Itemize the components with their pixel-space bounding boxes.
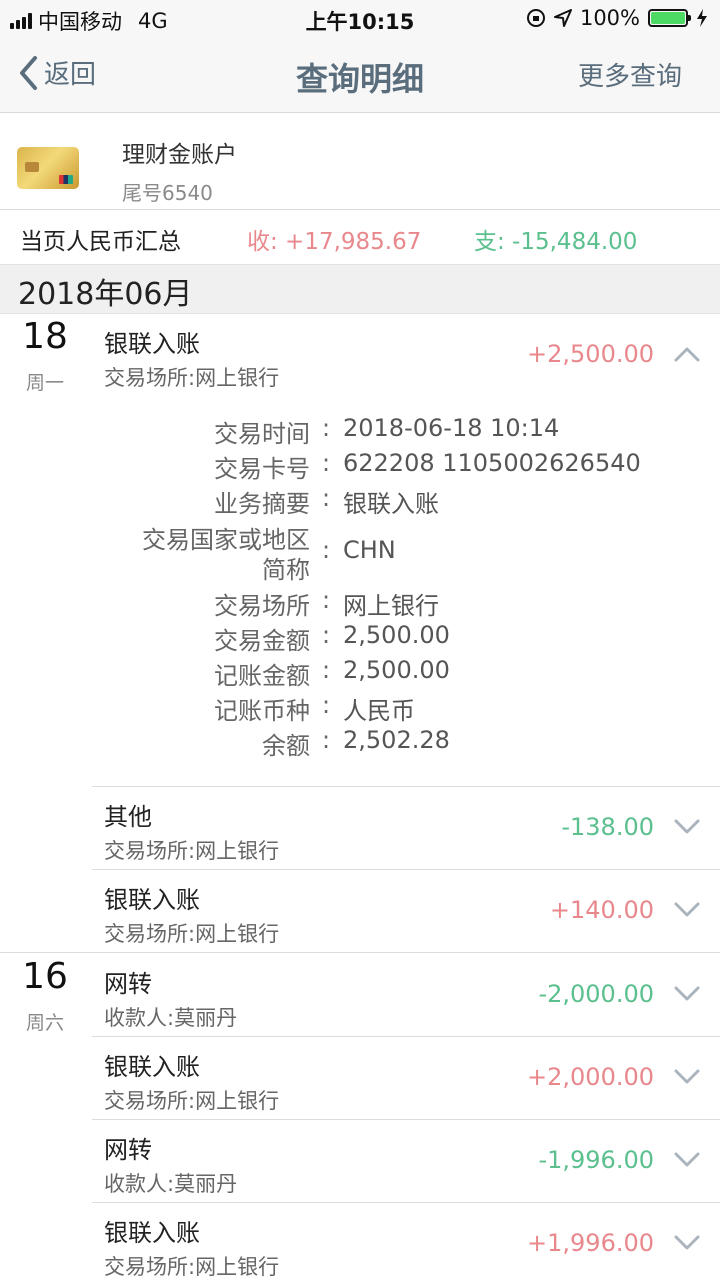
battery-percent: 100%	[579, 6, 640, 30]
detail-value: 网上银行	[343, 592, 439, 620]
transaction-amount: +2,500.00	[527, 340, 654, 368]
transaction-subtitle: 交易场所:网上银行	[104, 1255, 280, 1279]
transaction-row[interactable]: 银联入账 交易场所:网上银行 +140.00	[92, 880, 720, 952]
detail-label-line2: 简称	[262, 556, 310, 584]
transaction-title: 银联入账	[104, 1053, 200, 1081]
detail-label: 余额	[262, 732, 310, 760]
row-divider	[92, 1036, 720, 1037]
detail-colon: :	[322, 484, 331, 512]
account-header[interactable]: 理财金账户 尾号6540	[0, 113, 720, 210]
chevron-down-icon[interactable]	[674, 1069, 700, 1085]
day-weekday: 周六	[25, 1012, 64, 1034]
location-icon	[553, 9, 572, 27]
transaction-amount: +140.00	[549, 896, 654, 924]
detail-label: 业务摘要	[214, 490, 310, 518]
row-divider	[92, 786, 720, 787]
detail-colon: :	[322, 691, 331, 719]
row-divider	[92, 1202, 720, 1203]
transaction-row[interactable]: 其他 交易场所:网上银行 -138.00	[92, 797, 720, 869]
transaction-title: 网转	[104, 1136, 152, 1164]
nav-bar: 返回 查询明细 更多查询	[0, 36, 720, 113]
status-bar: 中国移动 4G 上午10:15 100%	[0, 0, 720, 36]
transaction-row[interactable]: 网转 收款人:莫丽丹 -1,996.00	[92, 1130, 720, 1202]
transaction-title: 银联入账	[104, 1219, 200, 1247]
more-query-button[interactable]: 更多查询	[578, 56, 682, 93]
detail-value: 2,500.00	[343, 621, 450, 649]
chevron-down-icon[interactable]	[674, 1235, 700, 1251]
transaction-subtitle: 交易场所:网上银行	[104, 1089, 280, 1113]
summary-expense: 支: -15,484.00	[474, 229, 638, 255]
transaction-row[interactable]: 银联入账 交易场所:网上银行 +2,500.00	[92, 324, 720, 396]
day-weekday: 周一	[25, 372, 64, 394]
chevron-down-icon[interactable]	[674, 902, 700, 918]
summary-income: 收: +17,985.67	[247, 229, 422, 255]
detail-value: 人民币	[343, 697, 415, 725]
row-divider	[92, 869, 720, 870]
transaction-subtitle: 收款人:莫丽丹	[104, 1006, 238, 1030]
transaction-row[interactable]: 网转 收款人:莫丽丹 -2,000.00	[92, 964, 720, 1036]
transaction-title: 银联入账	[104, 330, 200, 358]
detail-value: 622208 1105002626540	[343, 449, 641, 477]
chevron-down-icon[interactable]	[674, 819, 700, 835]
detail-colon: :	[322, 726, 331, 754]
transaction-subtitle: 交易场所:网上银行	[104, 839, 280, 863]
chevron-down-icon[interactable]	[674, 1152, 700, 1168]
transaction-subtitle: 交易场所:网上银行	[104, 922, 280, 946]
charging-icon	[697, 9, 707, 27]
detail-value: CHN	[343, 536, 396, 564]
month-header: 2018年06月	[0, 264, 720, 314]
transaction-subtitle: 收款人:莫丽丹	[104, 1172, 238, 1196]
transaction-row[interactable]: 银联入账 交易场所:网上银行 +1,996.00	[92, 1213, 720, 1280]
detail-colon: :	[322, 586, 331, 614]
detail-label: 记账金额	[214, 662, 310, 690]
detail-colon: :	[322, 621, 331, 649]
day-number: 16	[22, 956, 68, 997]
account-tail-number: 尾号6540	[122, 181, 213, 205]
detail-value: 2,500.00	[343, 656, 450, 684]
transaction-amount: +1,996.00	[527, 1229, 654, 1257]
detail-label: 交易时间	[214, 420, 310, 448]
transaction-title: 网转	[104, 970, 152, 998]
transaction-title: 其他	[104, 803, 152, 831]
detail-label: 记账币种	[214, 697, 310, 725]
day-number: 18	[22, 316, 68, 357]
chevron-up-icon[interactable]	[674, 346, 700, 362]
detail-value: 2,502.28	[343, 726, 450, 754]
bank-card-icon	[17, 147, 79, 189]
detail-colon: :	[322, 449, 331, 477]
transaction-amount: -138.00	[561, 813, 654, 841]
summary-label: 当页人民币汇总	[20, 229, 181, 255]
detail-label: 交易金额	[214, 627, 310, 655]
transaction-subtitle: 交易场所:网上银行	[104, 366, 280, 390]
chevron-down-icon[interactable]	[674, 986, 700, 1002]
detail-colon: :	[322, 414, 331, 442]
detail-value: 2018-06-18 10:14	[343, 414, 560, 442]
battery-fill	[651, 12, 685, 24]
transaction-amount: -1,996.00	[538, 1146, 654, 1174]
detail-colon: :	[322, 656, 331, 684]
transaction-amount: +2,000.00	[527, 1063, 654, 1091]
status-right: 100%	[526, 6, 708, 30]
month-label: 2018年06月	[18, 277, 193, 312]
account-name: 理财金账户	[122, 142, 237, 168]
transaction-title: 银联入账	[104, 886, 200, 914]
detail-label: 交易场所	[214, 592, 310, 620]
summary-row: 当页人民币汇总 收: +17,985.67 支: -15,484.00	[0, 210, 720, 264]
orientation-lock-icon	[526, 9, 545, 27]
transaction-row[interactable]: 银联入账 交易场所:网上银行 +2,000.00	[92, 1047, 720, 1119]
row-divider	[92, 1119, 720, 1120]
detail-label: 交易卡号	[214, 455, 310, 483]
detail-colon: :	[322, 536, 331, 564]
detail-value: 银联入账	[343, 490, 439, 518]
battery-icon	[648, 9, 691, 27]
transaction-amount: -2,000.00	[538, 980, 654, 1008]
day-divider	[0, 952, 720, 953]
